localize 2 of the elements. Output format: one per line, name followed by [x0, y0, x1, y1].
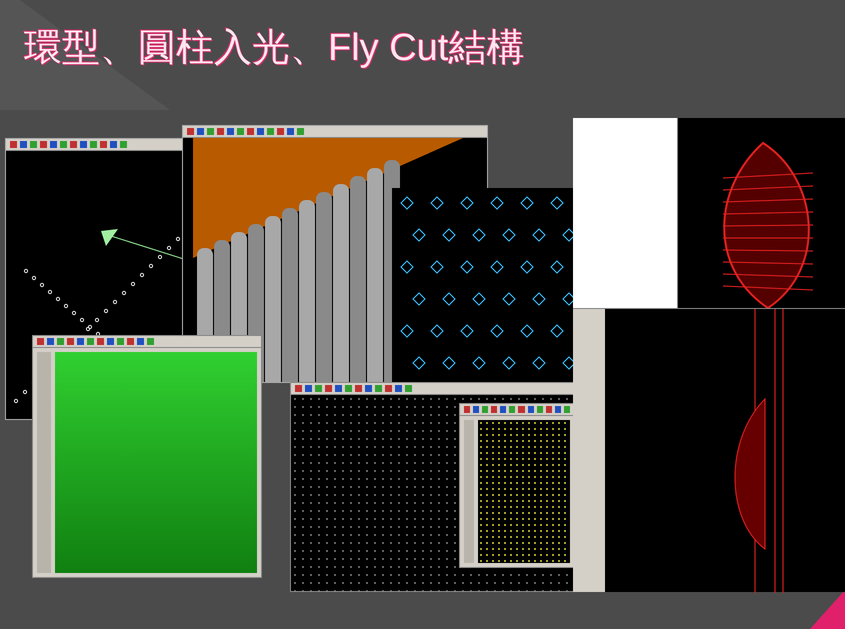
slide-title: 環型、圓柱入光、Fly Cut結構 — [24, 26, 524, 71]
corner-accent-shape — [810, 590, 845, 629]
